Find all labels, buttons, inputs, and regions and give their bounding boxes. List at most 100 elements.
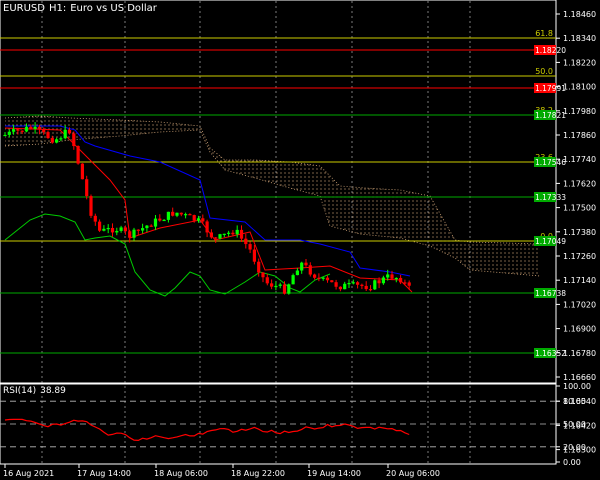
candle-body-bull (295, 270, 299, 276)
candle-body-bull (291, 275, 295, 285)
price-tick-label: 1.16300 (563, 446, 596, 455)
candle-body-bear (46, 132, 50, 139)
candle-body-bull (343, 283, 347, 290)
candle-body-bear (239, 229, 244, 239)
candle-body-bear (171, 211, 175, 216)
candle-body-bear (360, 284, 364, 286)
candle-body-bear (313, 274, 317, 278)
candle-body-bull (222, 233, 226, 235)
candle-body-bull (33, 126, 37, 129)
fib-label: 50.0 (535, 67, 553, 76)
candle-body-bull (153, 218, 158, 227)
candle-body-bull (196, 218, 201, 221)
candle-body-bear (110, 227, 115, 233)
candle-body-bull (24, 126, 29, 132)
price-tag-text: 1.17333 (535, 193, 566, 202)
candle-body-bear (209, 232, 213, 238)
candle-body-bear (20, 130, 24, 132)
price-tick-label: 1.17260 (563, 252, 596, 261)
chart-area[interactable]: 100.0080.0050.0020.000.00 61.850.038.223… (0, 0, 600, 480)
price-tick-label: 1.16780 (563, 349, 596, 358)
candle-body-bull (274, 285, 278, 288)
candle-body-bear (330, 280, 334, 283)
candle-body-bull (102, 228, 106, 231)
price-tick-label: 1.17380 (563, 228, 596, 237)
chart-title: EURUSD H1: Euro vs US Dollar (3, 3, 161, 14)
time-tick-label: 18 Aug 06:00 (154, 469, 208, 478)
price-tick-label: 1.18100 (563, 83, 596, 92)
candle-body-bear (50, 138, 54, 143)
candle-body-bear (317, 277, 321, 279)
timeframe: H1: (48, 3, 67, 14)
candle-body-bull (141, 228, 145, 231)
rsi-label: RSI(14) 38.89 (3, 386, 70, 396)
candle-body-bull (106, 227, 110, 230)
candle-body-bear (80, 163, 84, 180)
main-panel-frame (0, 0, 557, 384)
candle-body-bull (3, 134, 7, 137)
price-tick-label: 1.18460 (563, 10, 596, 19)
candle-body-bear (214, 237, 218, 239)
candle-body-bull (162, 219, 166, 222)
candle-body-bear (192, 215, 196, 221)
candle-body-bear (89, 196, 93, 216)
price-tick-label: 1.16540 (563, 397, 596, 406)
candle-body-bull (227, 232, 231, 234)
candle-body-bull (373, 280, 377, 290)
price-tick-label: 1.17980 (563, 107, 596, 116)
candle-body-bear (85, 179, 89, 197)
candle-body-bear (407, 282, 411, 286)
candle-body-bull (115, 230, 119, 233)
candle-body-bear (16, 129, 20, 131)
candle-body-bear (128, 231, 132, 238)
price-tag-text: 1.17821 (535, 111, 566, 120)
price-tick-label: 1.16660 (563, 373, 596, 382)
candle-body-bear (231, 232, 235, 235)
candle-body-bear (364, 285, 368, 290)
candle-body-bear (334, 282, 338, 287)
candle-body-bull (7, 131, 11, 135)
candle-body-bull (351, 282, 355, 284)
candle-body-bull (59, 138, 63, 140)
price-tick-label: 1.17740 (563, 155, 596, 164)
rsi-name: RSI(14) (3, 386, 37, 396)
candle-body-bull (287, 284, 291, 294)
candle-body-bull (381, 277, 385, 284)
candle-body-bull (145, 225, 149, 229)
price-tag-text: 1.16352 (535, 349, 566, 358)
price-tag-text: 1.17546 (535, 158, 566, 167)
price-tag-text: 1.18220 (535, 46, 566, 55)
candle-body-bear (265, 277, 269, 284)
price-tick-label: 1.17500 (563, 204, 596, 213)
candle-body-bear (308, 265, 312, 275)
candle-body-bear (72, 133, 76, 147)
candle-body-bull (278, 284, 282, 286)
price-tick-label: 1.17860 (563, 131, 596, 140)
time-tick-label: 17 Aug 14:00 (77, 469, 131, 478)
candle-body-bear (248, 244, 252, 250)
candle-body-bear (29, 126, 33, 129)
candle-body-bull (12, 129, 16, 132)
candle-body-bear (123, 227, 127, 232)
price-tick-label: 1.18340 (563, 34, 596, 43)
candle-body-bear (403, 282, 407, 284)
price-tag-text: 1.17049 (535, 237, 566, 246)
candle-body-bull (300, 262, 304, 271)
candle-body-bear (377, 280, 381, 284)
candle-body-bear (93, 215, 97, 222)
time-tick-label: 19 Aug 14:00 (307, 469, 361, 478)
candle-body-bear (244, 238, 248, 245)
price-tick-label: 1.17620 (563, 179, 596, 188)
price-tag-text: 1.17991 (535, 84, 566, 93)
candle-body-bull (386, 274, 390, 278)
candle-body-bull (55, 139, 59, 143)
candle-body-bull (184, 214, 188, 216)
candle-body-bear (149, 225, 153, 227)
rsi-value: 38.89 (40, 386, 66, 396)
candle-body-bear (205, 221, 209, 233)
candle-body-bear (98, 221, 102, 231)
price-tick-label: 1.18220 (563, 58, 596, 67)
candle-body-bear (179, 212, 183, 215)
price-tick-label: 1.16900 (563, 325, 596, 334)
candle-body-bear (356, 282, 360, 285)
